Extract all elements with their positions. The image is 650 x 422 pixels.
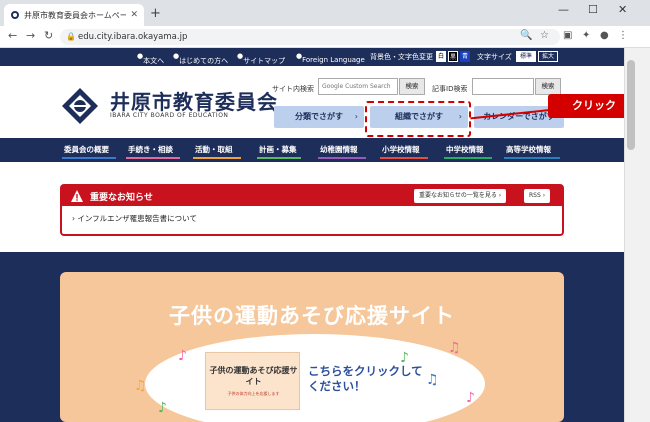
nav-activities-underline [193, 157, 241, 159]
notice-header: 重要なお知らせ 重要なお知らせの一覧を見る › RSS › [62, 186, 562, 206]
site-search-input[interactable] [318, 78, 398, 95]
tab-title: 井原市教育委員会ホームページ トップ [24, 10, 127, 20]
nav-junior-high-underline [444, 157, 492, 159]
banner-cta-text: こちらをクリックしてください！ [308, 364, 423, 393]
util-link-skip[interactable]: ● 本文へ [137, 52, 164, 65]
minimize-icon[interactable]: — [558, 3, 569, 16]
url-text: edu.city.ibara.okayama.jp [78, 32, 188, 42]
extension-new-icon[interactable]: ▣ [563, 30, 572, 41]
exercise-play-banner[interactable]: 子供の運動あそび応援サイト ♪ ♫ ♪ ♪ ♫ ♫ ♪ 子供の運動あそび応援サイ… [60, 272, 564, 422]
web-page: ● 本文へ ● はじめての方へ ● サイトマップ ● Foreign Langu… [0, 48, 624, 422]
utility-bar: ● 本文へ ● はじめての方へ ● サイトマップ ● Foreign Langu… [0, 48, 624, 66]
id-search-input[interactable] [472, 78, 534, 95]
banner-thumbnail: 子供の運動あそび応援サイト 子供の体力向上を応援します [205, 352, 300, 410]
util-link-sitemap[interactable]: ● サイトマップ [237, 52, 285, 65]
music-note-icon: ♪ [466, 390, 475, 406]
nav-plans-underline [257, 157, 301, 159]
lock-icon: 🔒 [66, 32, 76, 41]
reload-icon[interactable]: ↻ [44, 29, 53, 42]
tab-close-icon[interactable]: ✕ [130, 10, 138, 20]
site-title[interactable]: 井原市教育委員会 [110, 86, 278, 115]
thumbnail-subtitle: 子供の体力向上を応援します [227, 391, 280, 396]
nav-activities[interactable]: 活動・取組 [195, 144, 233, 155]
color-blue-button[interactable]: 青 [460, 51, 470, 62]
nav-overview[interactable]: 委員会の概要 [64, 144, 109, 155]
site-subtitle: IBARA CITY BOARD OF EDUCATION [110, 112, 229, 119]
banner-title: 子供の運動あそび応援サイト [169, 304, 455, 328]
forward-icon[interactable]: → [26, 29, 35, 42]
music-note-icon: ♪ [178, 348, 187, 364]
bookmark-star-icon[interactable]: ☆ [540, 30, 549, 41]
nav-kindergarten[interactable]: 幼稚園情報 [320, 144, 358, 155]
site-search-label: サイト内検索 [272, 85, 314, 93]
color-black-button[interactable]: 黒 [448, 51, 458, 62]
window-close-icon[interactable]: ✕ [618, 3, 627, 16]
music-note-icon: ♪ [158, 400, 167, 416]
notice-list-item[interactable]: › インフルエンザ罹患報告書について [72, 213, 197, 224]
color-change-label: 背景色・文字色変更 [370, 53, 433, 61]
nav-plans[interactable]: 計画・募集 [259, 144, 297, 155]
warning-icon [71, 190, 83, 202]
music-note-icon: ♫ [448, 340, 461, 356]
search-by-category-button[interactable]: 分類でさがす › [274, 106, 364, 128]
font-large-button[interactable]: 拡大 [538, 51, 559, 62]
board-logo-icon[interactable] [60, 86, 100, 126]
music-note-icon: ♫ [134, 378, 147, 394]
organization-highlight-box [365, 101, 471, 137]
notice-title: 重要なお知らせ [90, 193, 153, 203]
click-callout: クリック [548, 94, 624, 118]
site-favicon-icon [11, 11, 19, 19]
id-search-label: 記事ID検索 [432, 85, 468, 93]
util-link-foreign[interactable]: ● Foreign Language [296, 52, 365, 64]
nav-kindergarten-underline [318, 157, 366, 159]
address-bar-row: ← → ↻ 🔒 edu.city.ibara.okayama.jp 🔍 ☆ ▣ … [0, 26, 650, 48]
font-size-label: 文字サイズ [477, 53, 512, 61]
profile-avatar-icon[interactable]: ● [600, 30, 609, 41]
nav-high-school-underline [504, 157, 560, 159]
url-input[interactable]: 🔒 edu.city.ibara.okayama.jp [60, 29, 560, 45]
extensions-puzzle-icon[interactable]: ✦ [582, 30, 590, 41]
rss-button[interactable]: RSS › [524, 189, 551, 203]
font-standard-button[interactable]: 標準 [516, 51, 537, 62]
site-search-button[interactable]: 検索 [399, 78, 425, 95]
zoom-icon[interactable]: 🔍 [520, 30, 532, 41]
color-white-button[interactable]: 白 [436, 51, 446, 62]
id-search-button[interactable]: 検索 [535, 78, 561, 95]
back-icon[interactable]: ← [8, 29, 17, 42]
new-tab-icon[interactable]: + [150, 6, 161, 21]
nav-overview-underline [62, 157, 116, 159]
util-link-first-time[interactable]: ● はじめての方へ [173, 52, 228, 65]
global-nav: 委員会の概要 手続き・相談 活動・取組 計画・募集 幼稚園情報 小学校情報 中学… [0, 138, 624, 162]
site-header: 井原市教育委員会 IBARA CITY BOARD OF EDUCATION サ… [0, 66, 624, 138]
nav-procedures-underline [126, 157, 180, 159]
browser-tab[interactable]: 井原市教育委員会ホームページ トップ ✕ [4, 4, 144, 26]
nav-high-school[interactable]: 高等学校情報 [506, 144, 551, 155]
browser-menu-icon[interactable]: ⋮ [618, 30, 628, 41]
browser-tab-bar: 井原市教育委員会ホームページ トップ ✕ + — ☐ ✕ [0, 0, 650, 26]
notice-list-button[interactable]: 重要なお知らせの一覧を見る › [414, 189, 507, 203]
notice-area: 重要なお知らせ 重要なお知らせの一覧を見る › RSS › › インフルエンザ罹… [0, 162, 624, 252]
thumbnail-title: 子供の運動あそび応援サイト [209, 366, 298, 386]
nav-elementary-underline [380, 157, 428, 159]
nav-junior-high[interactable]: 中学校情報 [446, 144, 484, 155]
important-notice-box: 重要なお知らせ 重要なお知らせの一覧を見る › RSS › › インフルエンザ罹… [60, 184, 564, 236]
nav-procedures[interactable]: 手続き・相談 [128, 144, 173, 155]
maximize-icon[interactable]: ☐ [588, 3, 598, 16]
scrollbar-thumb[interactable] [627, 60, 635, 150]
nav-elementary[interactable]: 小学校情報 [382, 144, 420, 155]
